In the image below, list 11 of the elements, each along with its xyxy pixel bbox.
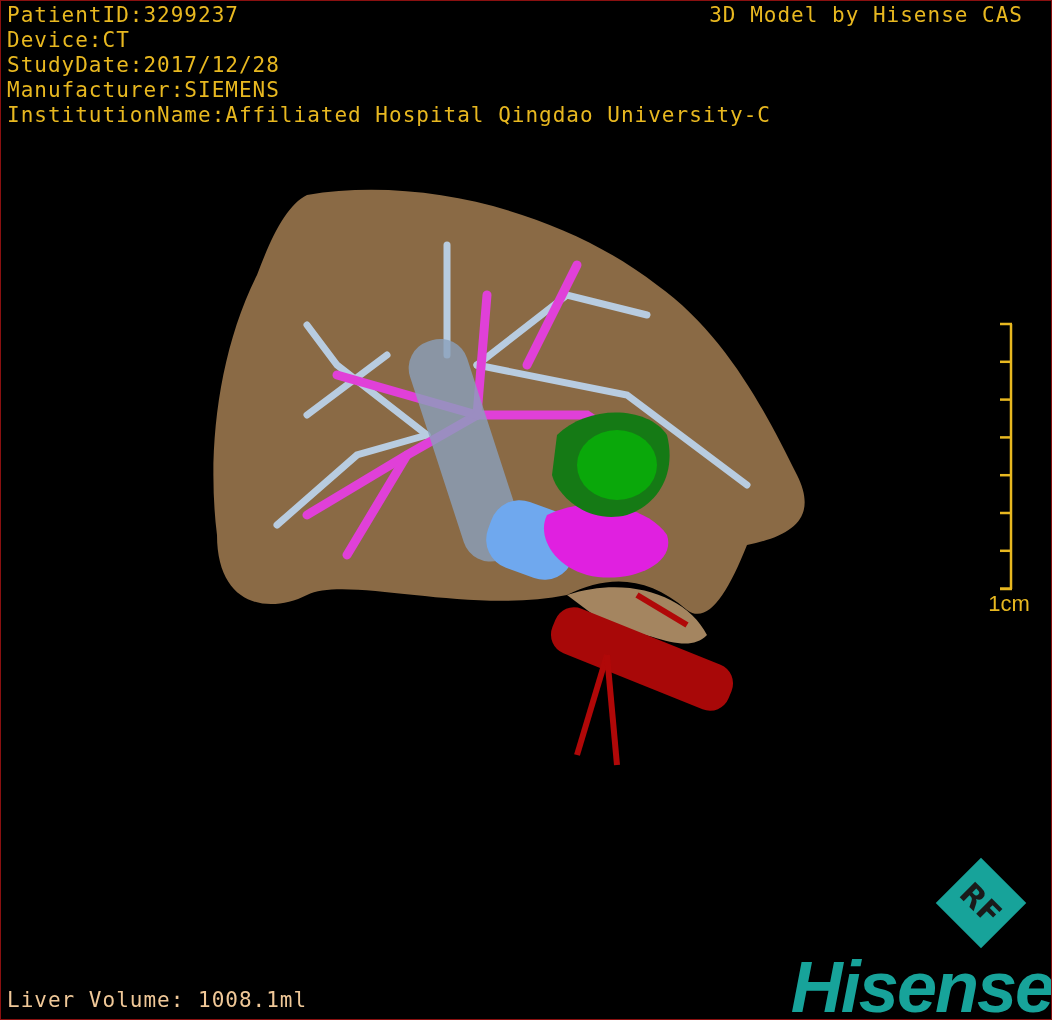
study-info-text: InstitutionName:Affiliated Hospital Qingdao University-C [7, 103, 771, 128]
brand-wordmark: Hisense [790, 949, 1051, 1019]
liver-volume-text: Liver Volume: 1008.1ml [7, 988, 308, 1013]
scale-ruler-icon [999, 322, 1013, 591]
study-info-text: Device:CT [7, 28, 130, 53]
study-info-text: StudyDate:2017/12/28 [7, 53, 280, 78]
scale-label: 1cm [988, 591, 1030, 617]
credit-text: 3D Model by Hisense CAS [709, 3, 1023, 28]
study-info-text: Manufacturer:SIEMENS [7, 78, 280, 103]
logo-badge: RF [935, 857, 1027, 949]
study-info-text: PatientID:3299237 [7, 3, 239, 28]
